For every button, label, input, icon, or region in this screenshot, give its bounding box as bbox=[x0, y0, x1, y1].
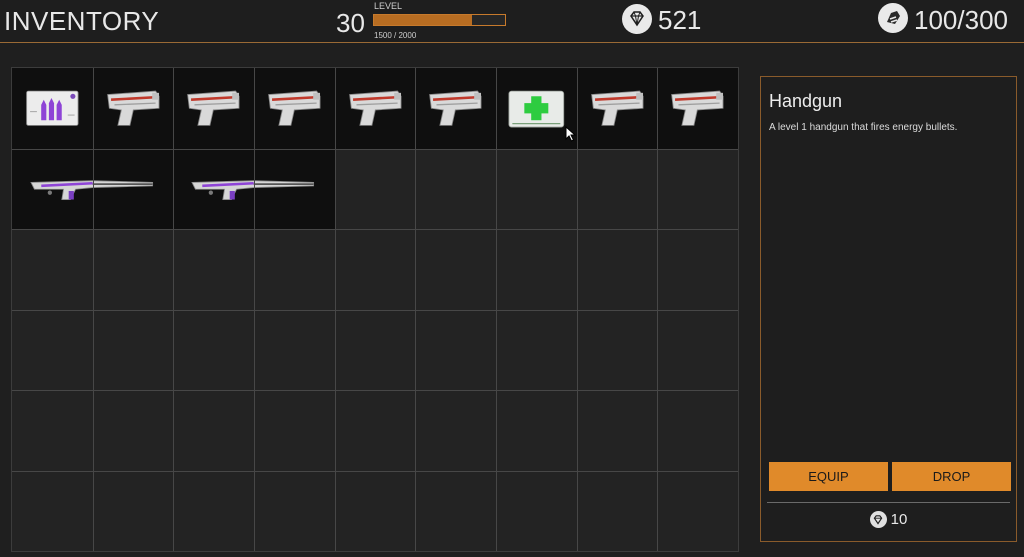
grid-line bbox=[12, 229, 738, 230]
handgun-icon bbox=[179, 74, 248, 143]
inventory-item-handgun[interactable] bbox=[657, 68, 738, 149]
item-value-amount: 10 bbox=[890, 511, 908, 528]
weight-count: 100/300 bbox=[914, 5, 1008, 35]
handgun-icon bbox=[421, 74, 490, 143]
xp-progress-fill bbox=[374, 15, 473, 25]
weight-icon bbox=[878, 3, 908, 33]
medkit-icon bbox=[502, 74, 571, 143]
handgun-icon bbox=[260, 74, 329, 143]
xp-text: 1500 / 2000 bbox=[374, 31, 417, 40]
mouse-cursor-icon bbox=[565, 126, 577, 142]
handgun-icon bbox=[583, 74, 652, 143]
level-number: 30 bbox=[336, 8, 365, 38]
page-title: INVENTORY bbox=[4, 6, 160, 36]
inventory-item-ammo[interactable] bbox=[12, 68, 93, 149]
inventory-item-handgun[interactable] bbox=[173, 68, 254, 149]
diamond-icon bbox=[622, 4, 652, 34]
inventory-item-handgun[interactable] bbox=[576, 68, 658, 149]
ammo-icon bbox=[18, 74, 87, 143]
xp-progress-bar bbox=[373, 14, 506, 26]
divider bbox=[767, 502, 1010, 503]
item-description: A level 1 handgun that fires energy bull… bbox=[769, 122, 958, 133]
grid-line bbox=[12, 470, 738, 472]
handgun-icon bbox=[99, 74, 168, 143]
inventory-item-handgun[interactable] bbox=[92, 68, 174, 149]
inventory-item-handgun[interactable] bbox=[254, 68, 335, 149]
top-bar: INVENTORY 30 LEVEL 1500 / 2000 521 100/3… bbox=[0, 0, 1024, 43]
equip-button[interactable]: EQUIP bbox=[769, 462, 888, 491]
grid-line bbox=[12, 309, 738, 311]
gems-count: 521 bbox=[658, 5, 702, 35]
inventory-grid[interactable] bbox=[11, 67, 739, 552]
item-value: 10 bbox=[761, 511, 1016, 528]
level-label: LEVEL bbox=[374, 1, 403, 11]
handgun-icon bbox=[663, 74, 732, 143]
drop-button[interactable]: DROP bbox=[892, 462, 1011, 491]
inventory-item-handgun[interactable] bbox=[334, 68, 416, 149]
item-details-panel: Handgun A level 1 handgun that fires ene… bbox=[760, 76, 1017, 542]
diamond-icon bbox=[869, 511, 887, 528]
grid-line bbox=[12, 148, 738, 150]
item-name: Handgun bbox=[769, 91, 843, 111]
grid-line bbox=[12, 390, 738, 391]
handgun-icon bbox=[341, 74, 410, 143]
inventory-item-handgun[interactable] bbox=[415, 68, 496, 149]
